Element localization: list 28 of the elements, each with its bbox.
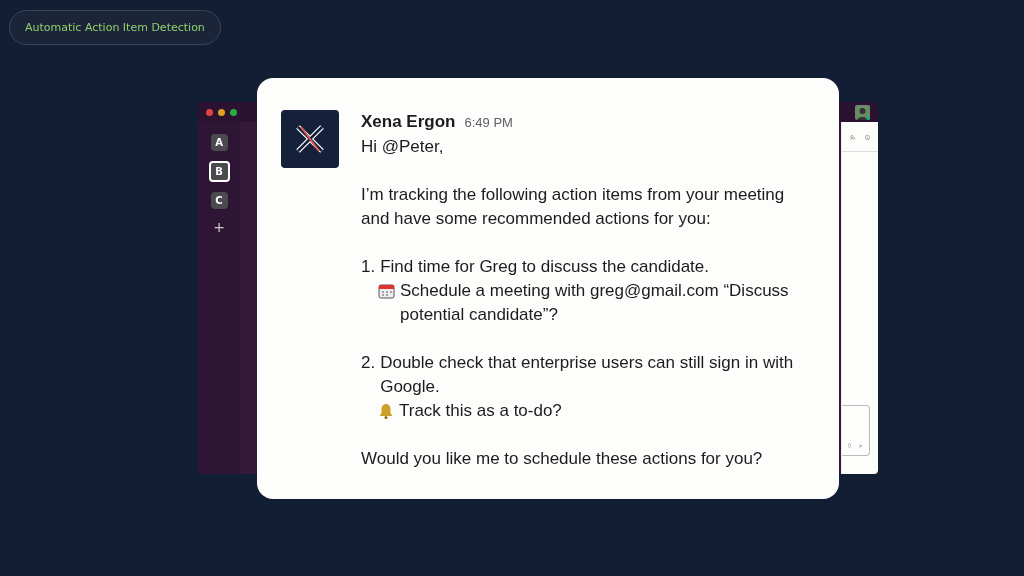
feature-badge: Automatic Action Item Detection [9, 10, 221, 45]
workspace-button[interactable]: A [210, 134, 228, 151]
close-dot[interactable] [206, 108, 213, 116]
send-icon[interactable] [859, 442, 863, 450]
message-time[interactable]: 6:49 PM [464, 111, 513, 135]
sender-name[interactable]: Xena Ergon [361, 110, 456, 134]
suggestion-text: Schedule a meeting with greg@gmail.com “Discuss potential candidate”? [400, 280, 790, 326]
paperclip-icon[interactable] [848, 441, 851, 450]
action-item-text: Find time for Greg to discuss the candidate. [380, 256, 709, 278]
calendar-icon [378, 283, 395, 299]
workspace-button[interactable]: B [208, 161, 230, 182]
item-number: 2. [361, 352, 376, 374]
item-number: 1. [361, 256, 376, 278]
info-icon[interactable] [865, 132, 870, 143]
greeting-text: Hi @Peter, [361, 136, 445, 158]
closing-text: Would you like me to schedule these actions for you? [361, 448, 764, 470]
intro-text: I’m tracking the following action items from your meeting and have some recommended actions for you: [361, 184, 786, 230]
user-avatar-icon[interactable] [855, 104, 870, 120]
bell-icon [378, 403, 394, 419]
add-person-icon[interactable] [850, 132, 855, 143]
message-input-field[interactable] [842, 405, 870, 456]
suggestion-text: Track this as a to-do? [399, 400, 562, 422]
workspace-button[interactable]: C [210, 192, 228, 209]
minimize-dot[interactable] [218, 108, 225, 116]
x-logo-icon [295, 125, 325, 153]
maximize-dot[interactable] [230, 108, 237, 116]
add-workspace-button[interactable]: + [213, 219, 225, 235]
action-item-text: Double check that enterprise users can still sign in with Google. [380, 352, 795, 398]
